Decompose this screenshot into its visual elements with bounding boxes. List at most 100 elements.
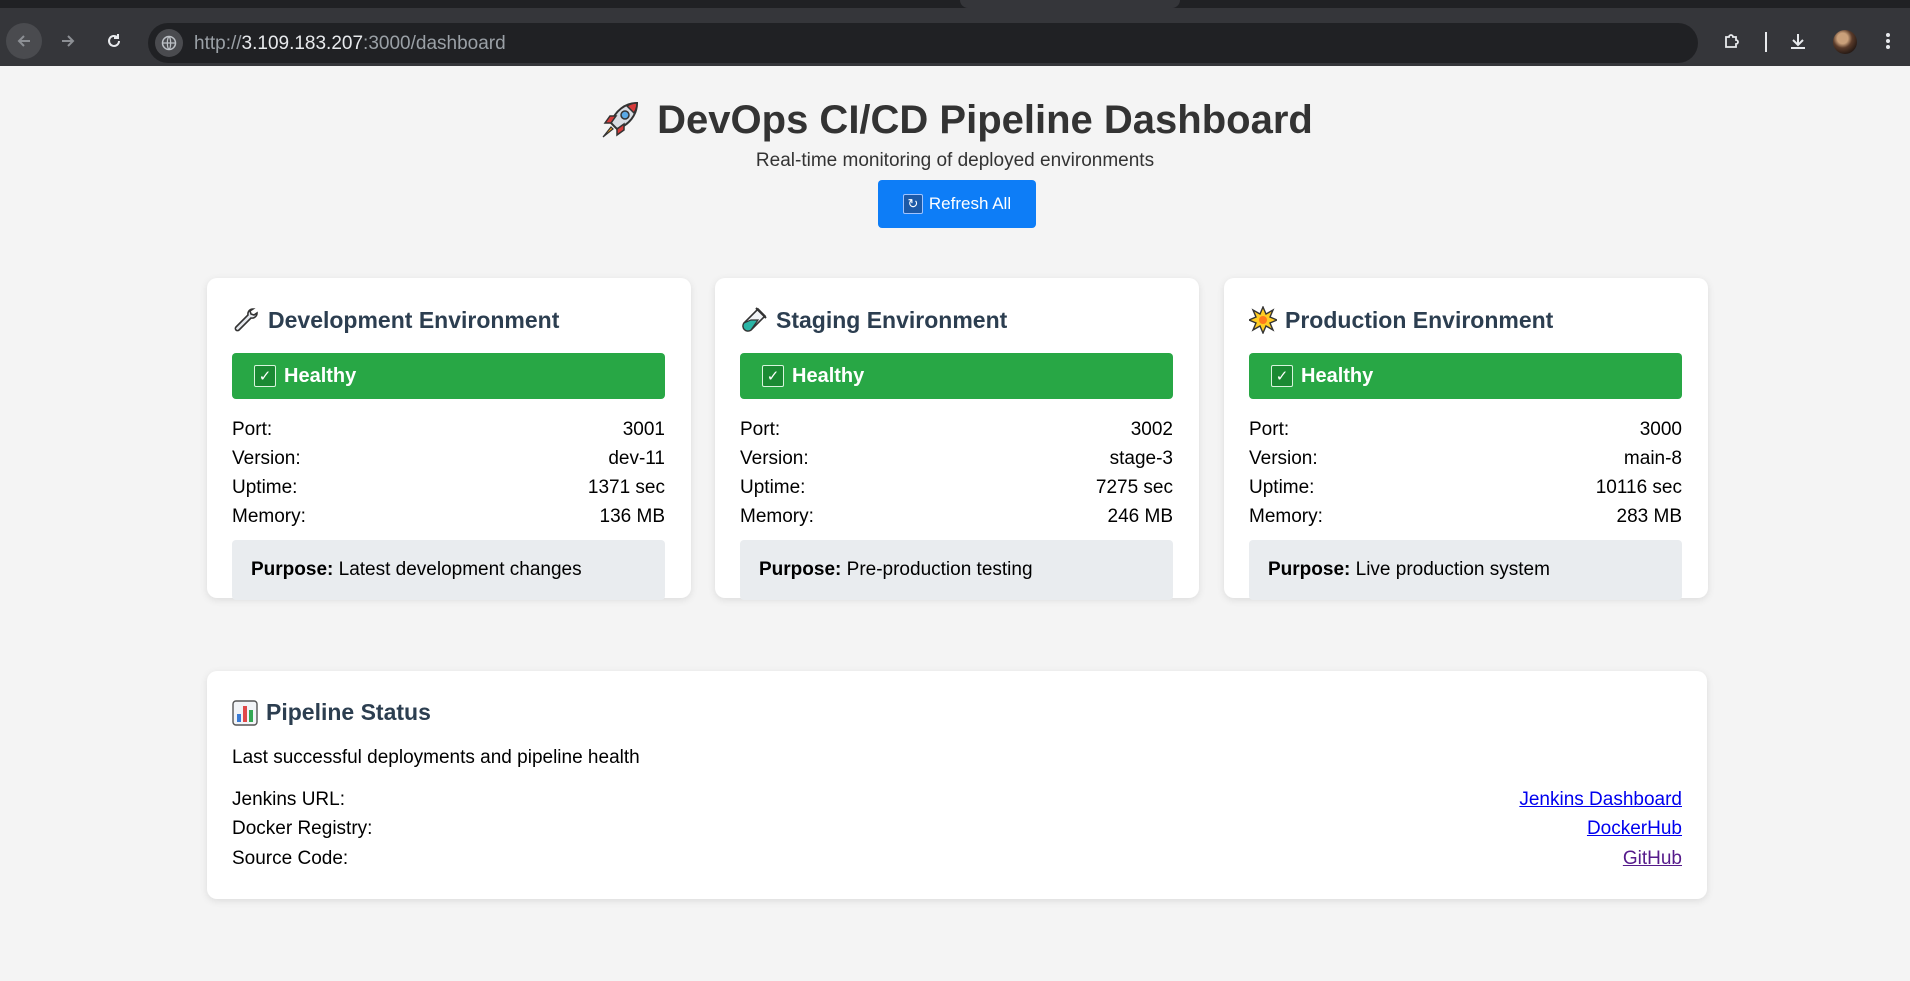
github-link[interactable]: GitHub — [1623, 844, 1682, 873]
pipeline-title-text: Pipeline Status — [266, 699, 431, 725]
kebab-menu-icon — [1886, 33, 1890, 49]
version-value: dev-11 — [608, 448, 665, 469]
status-text: Healthy — [792, 364, 865, 387]
staging-environment-card: Staging Environment ✓ Healthy Port: 3002 … — [715, 278, 1199, 600]
checkmark-icon: ✓ — [1271, 365, 1293, 387]
docker-registry-row: Docker Registry: DockerHub — [232, 814, 1682, 843]
card-title-text: Staging Environment — [776, 306, 1008, 333]
port-label: Port: — [232, 419, 273, 440]
dashboard-page: DevOps CI/CD Pipeline Dashboard Real-tim… — [0, 66, 1910, 981]
reload-icon — [108, 34, 120, 47]
card-title-text: Production Environment — [1285, 306, 1554, 333]
checkmark-icon: ✓ — [762, 365, 784, 387]
purpose-label: Purpose: — [251, 559, 334, 580]
jenkins-label: Jenkins URL: — [232, 789, 345, 810]
uptime-label: Uptime: — [232, 477, 298, 498]
address-bar[interactable]: http://3.109.183.207:3000/dashboard — [148, 23, 1698, 63]
browser-chrome: http://3.109.183.207:3000/dashboard — [0, 0, 1910, 66]
status-text: Healthy — [284, 364, 357, 387]
browser-menu-button[interactable] — [1870, 23, 1906, 59]
production-environment-card: Production Environment ✓ Healthy Port: 30… — [1224, 278, 1708, 600]
port-row: Port: 3000 — [1249, 415, 1682, 444]
purpose-text: Latest development changes — [338, 559, 582, 580]
version-value: main-8 — [1623, 448, 1682, 469]
uptime-value: 7275 sec — [1095, 477, 1173, 498]
card-title-text: Development Environment — [268, 306, 560, 333]
source-code-label: Source Code: — [232, 848, 349, 869]
pipeline-status-card: Pipeline Status Last successful deployme… — [207, 671, 1707, 899]
site-info-icon[interactable] — [155, 29, 183, 57]
version-row: Version: stage-3 — [740, 444, 1173, 473]
card-title: Staging Environment — [740, 306, 1007, 334]
status-text: Healthy — [1301, 364, 1374, 387]
purpose-box: Purpose: Pre-production testing — [740, 540, 1173, 600]
tab-strip — [0, 0, 1910, 8]
source-code-row: Source Code: GitHub — [232, 844, 1682, 873]
port-value: 3001 — [622, 419, 665, 440]
status-badge: ✓ Healthy — [740, 353, 1173, 399]
refresh-icon: ↻ — [902, 194, 923, 214]
url-scheme: http:// — [194, 33, 242, 54]
pipeline-title: Pipeline Status — [232, 699, 431, 726]
active-tab[interactable] — [960, 0, 1180, 8]
profile-avatar[interactable] — [1833, 30, 1857, 54]
url-path: :3000/dashboard — [363, 33, 506, 54]
url-text[interactable]: http://3.109.183.207:3000/dashboard — [194, 33, 506, 55]
page-title-text: DevOps CI/CD Pipeline Dashboard — [657, 98, 1313, 142]
purpose-label: Purpose: — [1268, 559, 1351, 580]
port-row: Port: 3002 — [740, 415, 1173, 444]
status-badge: ✓ Healthy — [1249, 353, 1682, 399]
url-host: 3.109.183.207 — [241, 33, 364, 54]
reload-button[interactable] — [96, 23, 132, 59]
toolbar-divider — [1765, 32, 1767, 52]
version-label: Version: — [1249, 448, 1318, 469]
memory-value: 246 MB — [1107, 506, 1173, 527]
status-badge: ✓ Healthy — [232, 353, 665, 399]
pipeline-description: Last successful deployments and pipeline… — [232, 747, 640, 768]
downloads-button[interactable] — [1780, 23, 1816, 59]
uptime-value: 1371 sec — [587, 477, 665, 498]
bar-chart-icon — [232, 699, 258, 726]
page-header: DevOps CI/CD Pipeline Dashboard Real-tim… — [0, 96, 1910, 174]
rocket-icon — [602, 101, 639, 138]
jenkins-dashboard-link[interactable]: Jenkins Dashboard — [1519, 785, 1682, 814]
page-subtitle: Real-time monitoring of deployed environ… — [755, 150, 1155, 171]
globe-icon — [161, 35, 177, 51]
arrow-left-icon — [17, 35, 30, 47]
uptime-row: Uptime: 7275 sec — [740, 473, 1173, 502]
port-value: 3000 — [1639, 419, 1682, 440]
memory-value: 283 MB — [1616, 506, 1682, 527]
forward-button[interactable] — [50, 23, 86, 59]
arrow-right-icon — [62, 35, 75, 47]
port-row: Port: 3001 — [232, 415, 665, 444]
checkmark-icon: ✓ — [254, 365, 276, 387]
jenkins-row: Jenkins URL: Jenkins Dashboard — [232, 785, 1682, 814]
uptime-row: Uptime: 10116 sec — [1249, 473, 1682, 502]
memory-label: Memory: — [1249, 506, 1323, 527]
card-title: Production Environment — [1249, 306, 1553, 334]
purpose-text: Live production system — [1355, 559, 1550, 580]
explosion-star-icon — [1249, 306, 1277, 334]
version-row: Version: main-8 — [1249, 444, 1682, 473]
puzzle-icon — [1725, 34, 1739, 48]
uptime-label: Uptime: — [740, 477, 806, 498]
uptime-row: Uptime: 1371 sec — [232, 473, 665, 502]
extensions-button[interactable] — [1714, 23, 1750, 59]
docker-registry-label: Docker Registry: — [232, 818, 373, 839]
card-title: Development Environment — [232, 306, 559, 334]
version-label: Version: — [740, 448, 809, 469]
port-value: 3002 — [1130, 419, 1173, 440]
purpose-text: Pre-production testing — [846, 559, 1033, 580]
memory-label: Memory: — [740, 506, 814, 527]
port-label: Port: — [740, 419, 781, 440]
purpose-box: Purpose: Live production system — [1249, 540, 1682, 600]
refresh-all-label: Refresh All — [928, 194, 1012, 213]
wrench-icon — [234, 308, 258, 332]
back-button[interactable] — [6, 23, 42, 59]
test-tube-icon — [742, 307, 767, 332]
memory-row: Memory: 136 MB — [232, 502, 665, 531]
memory-row: Memory: 246 MB — [740, 502, 1173, 531]
purpose-box: Purpose: Latest development changes — [232, 540, 665, 600]
refresh-all-button[interactable]: ↻ Refresh All — [878, 180, 1036, 228]
dockerhub-link[interactable]: DockerHub — [1587, 814, 1682, 843]
